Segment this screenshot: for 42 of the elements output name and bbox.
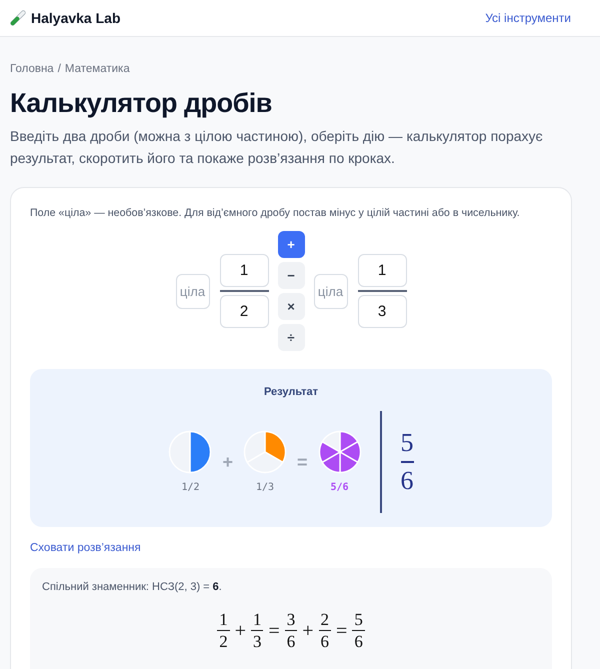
math-operator: + [234, 620, 246, 642]
math-operator: + [302, 620, 314, 642]
fraction-denominator: 3 [252, 631, 262, 652]
page-description: Введіть два дроби (можна з цілою частиною), оберіть дію — калькулятор порахує результат, скоротить його та покаже розв’язання по кроках. [10, 127, 544, 168]
denominator-field[interactable]: 2 [220, 295, 268, 328]
answer-denominator: 6 [400, 466, 414, 495]
fraction-numerator: 1 [252, 609, 262, 630]
all-tools-link[interactable]: Усі інструменти [485, 11, 571, 25]
fraction-label: 1/2 [181, 482, 200, 494]
step-text: Спільний знаменник: НСЗ(2, 3) = 6. [42, 580, 223, 595]
whole-part-field[interactable]: ціла [314, 274, 348, 308]
fraction-denominator: 6 [320, 631, 330, 652]
operation-button[interactable]: + [278, 231, 304, 258]
breadcrumb-separator: / [58, 62, 61, 77]
fraction-denominator: 2 [218, 631, 229, 652]
fraction-numerator: 2 [320, 609, 330, 630]
math-operator: = [268, 620, 280, 642]
result-title: Результат [262, 385, 320, 399]
fraction-denominator: 6 [353, 631, 364, 652]
operation-button[interactable]: ÷ [278, 324, 304, 351]
answer-numerator: 5 [400, 429, 414, 458]
operation-button[interactable]: × [278, 293, 304, 320]
brand-name[interactable]: Halyavka Lab [31, 10, 120, 26]
operator-sign: + [222, 452, 233, 472]
whole-part-field[interactable]: ціла [176, 274, 210, 308]
page-title: Калькулятор дробів [10, 87, 273, 120]
math-operator: = [336, 620, 348, 642]
numerator-field[interactable]: 1 [220, 254, 268, 287]
fraction-numerator: 1 [218, 609, 229, 630]
hint-text: Поле «ціла» — необов’язкове. Для від’ємного дробу постав мінус у цілій частині або в чисельнику. [30, 206, 521, 221]
fraction-label: 5/6 [330, 482, 349, 494]
operator-sign: = [297, 452, 308, 472]
fraction-numerator: 5 [353, 609, 364, 630]
operation-button[interactable]: − [278, 262, 304, 289]
fraction-numerator: 3 [286, 609, 296, 630]
hide-solution-link[interactable]: Сховати розв’язання [30, 541, 141, 555]
denominator-field[interactable]: 3 [358, 295, 406, 328]
fraction-label: 1/3 [256, 482, 274, 494]
breadcrumb-link[interactable]: Математика [64, 61, 130, 77]
fraction-denominator: 6 [286, 631, 296, 652]
numerator-field[interactable]: 1 [358, 254, 406, 287]
breadcrumb-link[interactable]: Головна [10, 61, 54, 77]
